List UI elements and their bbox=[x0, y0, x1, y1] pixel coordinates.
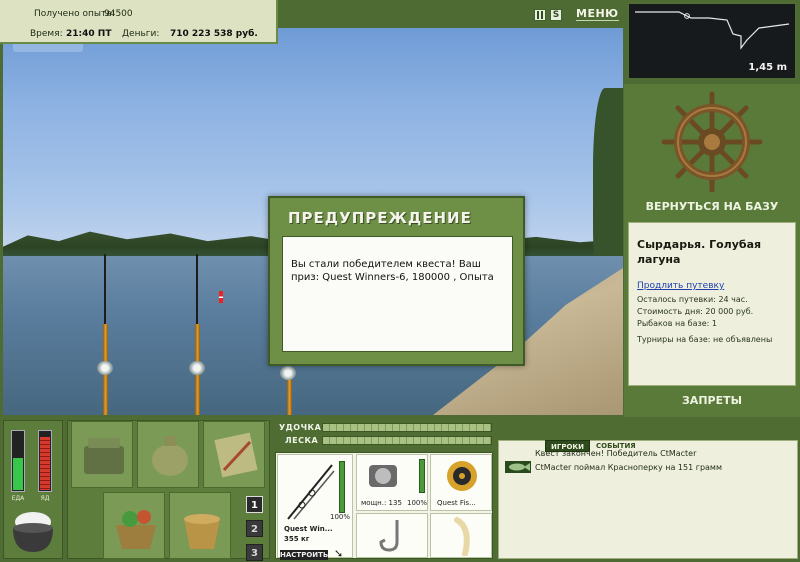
player-info-panel: Получено опыта: 94500 Время: 21:40 ПТ Де… bbox=[0, 0, 278, 44]
depth-map[interactable]: 1,45 m bbox=[627, 2, 797, 80]
extend-permit-link[interactable]: Продлить путевку bbox=[637, 281, 724, 291]
rod-durability-bar bbox=[339, 461, 345, 513]
event-message: Квест закончен! Победитель CtMacter bbox=[535, 449, 697, 458]
event-message: CtMacter поймал Красноперку на 151 грамм bbox=[535, 463, 722, 472]
food-label: ЕДА bbox=[11, 495, 25, 502]
depth-value: 1,45 m bbox=[748, 62, 787, 73]
food-bar-fill bbox=[13, 458, 23, 490]
line-name: Quest Fis... bbox=[437, 499, 476, 507]
food-pot-icon[interactable] bbox=[8, 506, 58, 559]
rod-tip bbox=[196, 254, 198, 324]
food-bar bbox=[11, 430, 25, 492]
line-gauge-label: ЛЕСКА bbox=[285, 436, 319, 445]
reel-durability-percent: 100% bbox=[407, 499, 428, 507]
rod-slot-3-button[interactable]: 3 bbox=[246, 544, 263, 561]
fishing-rod-3[interactable] bbox=[287, 374, 292, 415]
return-to-base-button[interactable]: ВЕРНУТЬСЯ НА БАЗУ bbox=[624, 200, 800, 213]
float-bobber[interactable] bbox=[219, 291, 223, 303]
bans-button[interactable]: ЗАПРЕТЫ bbox=[624, 394, 800, 407]
rod-cell[interactable]: 100% Quest Win... 355 кг НАСТРОИТЬ ➘ bbox=[277, 454, 353, 560]
exp-label: Получено опыта: bbox=[34, 9, 115, 19]
arrow-down-right-icon: ➘ bbox=[334, 547, 344, 560]
tackle-box-slot[interactable] bbox=[71, 421, 133, 488]
tournaments-info: Турниры на базе: не объявлены bbox=[637, 335, 773, 344]
reel-power: мощн.: 135 bbox=[361, 499, 402, 507]
events-panel: ИГРОКИ СОБЫТИЯ Квест закончен! Победител… bbox=[498, 440, 798, 559]
reel-durability-bar bbox=[419, 459, 425, 493]
time-value: 21:40 ПТ bbox=[66, 29, 112, 39]
map-slot[interactable] bbox=[203, 421, 265, 488]
bait-cell[interactable] bbox=[430, 513, 492, 558]
fish-icon bbox=[505, 461, 531, 473]
location-title: Сырдарья. Голубая лагуна bbox=[637, 238, 762, 266]
bucket-slot[interactable] bbox=[169, 492, 231, 559]
exp-value: 94500 bbox=[104, 9, 133, 19]
reel-cell[interactable]: мощн.: 135 100% bbox=[356, 454, 428, 511]
line-cell[interactable]: Quest Fis... bbox=[430, 454, 492, 511]
warning-dialog[interactable]: ПРЕДУПРЕЖДЕНИЕ Вы стали победителем квес… bbox=[268, 196, 525, 366]
rod-name: Quest Win... bbox=[284, 525, 333, 533]
basket-slot[interactable] bbox=[103, 492, 165, 559]
rod-slot-2-button[interactable]: 2 bbox=[246, 520, 263, 537]
rod-weight: 355 кг bbox=[284, 535, 310, 543]
ship-wheel-icon[interactable] bbox=[624, 84, 800, 194]
poison-bar bbox=[38, 430, 52, 492]
money-value: 710 223 538 руб. bbox=[170, 29, 258, 39]
pause-icon[interactable] bbox=[534, 9, 546, 21]
money-label: Деньги: bbox=[122, 29, 160, 39]
reel-icon bbox=[189, 361, 205, 375]
reel-icon bbox=[280, 366, 296, 380]
day-cost: Стоимость дня: 20 000 руб. bbox=[637, 307, 754, 316]
poison-bar-fill bbox=[40, 437, 50, 490]
rod-gauge-label: УДОЧКА bbox=[279, 423, 322, 432]
line-tension-gauge bbox=[322, 436, 492, 445]
hook-cell[interactable] bbox=[356, 513, 428, 558]
menu-button[interactable]: МЕНЮ bbox=[576, 7, 619, 21]
permit-remaining: Осталось путевки: 24 час. bbox=[637, 295, 748, 304]
location-info: Сырдарья. Голубая лагуна Продлить путевк… bbox=[628, 222, 796, 386]
sound-button[interactable]: S bbox=[550, 9, 562, 21]
poison-label: ЯД bbox=[40, 495, 50, 502]
tackle-panel: 100% Quest Win... 355 кг НАСТРОИТЬ ➘ мощ… bbox=[275, 452, 493, 560]
dialog-title: ПРЕДУПРЕЖДЕНИЕ bbox=[288, 209, 472, 227]
anglers-count: Рыбаков на базе: 1 bbox=[637, 319, 717, 328]
rod-slot-1-button[interactable]: 1 bbox=[246, 496, 263, 513]
bag-slot[interactable] bbox=[137, 421, 199, 488]
time-label: Время: bbox=[30, 29, 63, 39]
rod-durability-percent: 100% bbox=[330, 513, 351, 521]
rod-tip bbox=[104, 254, 106, 324]
rod-tension-gauge bbox=[322, 423, 492, 432]
dialog-message: Вы стали победителем квеста! Ваш приз: Q… bbox=[282, 236, 513, 352]
reel-icon bbox=[97, 361, 113, 375]
right-panel: ВЕРНУТЬСЯ НА БАЗУ Сырдарья. Голубая лагу… bbox=[624, 84, 800, 417]
